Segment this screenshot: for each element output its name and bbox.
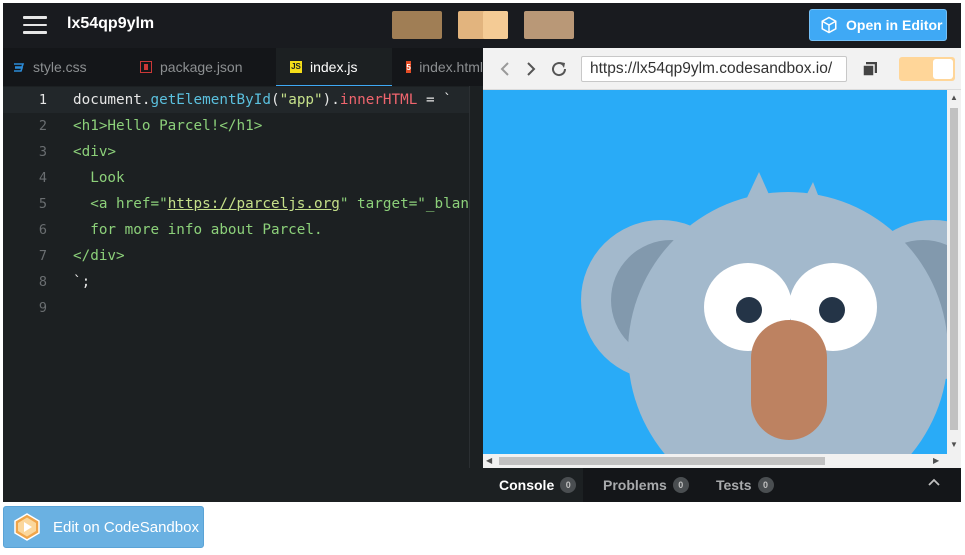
problems-count-badge: 0 [672,477,689,493]
scroll-down-arrow-icon[interactable]: ▼ [950,440,958,450]
editor-bottom-strip [3,468,483,502]
code-line: 2 <h1>Hello Parcel!</h1> [3,113,469,139]
toggle-knob [933,59,953,79]
preview-vertical-scrollbar[interactable]: ▲ ▼ [947,90,961,454]
html-file-icon: 5 [406,61,412,73]
code-token: document [73,92,142,108]
js-file-icon: JS [290,60,302,73]
line-number: 4 [38,170,47,186]
preview-viewport[interactable] [483,90,947,454]
code-token: "app" [279,92,323,108]
scroll-left-arrow-icon[interactable]: ◀ [486,456,492,466]
line-number: 2 [38,118,47,134]
vertical-scroll-thumb[interactable] [950,108,958,430]
top-bar: lx54qp9ylm Open in Editor [3,3,961,48]
editor-scrollbar[interactable] [469,86,483,502]
tab-tests-label: Tests [716,477,752,493]
code-token: . [331,92,340,108]
url-bar[interactable]: https://lx54qp9ylm.codesandbox.io/ [581,56,847,82]
edit-on-codesandbox-label: Edit on CodeSandbox [53,518,199,536]
npm-file-icon [140,61,152,73]
code-line: 3 <div> [3,139,469,165]
koala-right-pupil [819,297,845,323]
color-swatch-2-highlight [483,11,508,39]
file-tabs: style.css package.json JS index.js 5 ind… [3,48,483,86]
tab-label: style.css [33,59,87,75]
sandbox-title: lx54qp9ylm [67,15,155,32]
color-swatch-1 [392,11,442,39]
line-number: 7 [38,248,47,264]
preview-pane: https://lx54qp9ylm.codesandbox.io/ ▲ ▼ ◀… [483,48,961,502]
code-link[interactable]: https://parceljs.org [168,196,340,212]
code-token: ) [322,92,332,108]
css-file-icon [13,61,25,73]
hamburger-menu-icon[interactable] [23,16,47,34]
code-area[interactable]: 1 document.getElementById("app").innerHT… [3,86,478,502]
copy-icon[interactable] [860,59,880,79]
color-swatch-3 [524,11,574,39]
tab-console-label: Console [499,477,555,493]
devtools-tabs: Console 0 Problems 0 Tests 0 [483,468,961,502]
code-text: Look [73,170,125,186]
chevron-right-icon[interactable] [521,59,541,79]
code-token: innerHTML [339,92,418,108]
code-text: <div> [73,144,117,160]
code-editor-pane: style.css package.json JS index.js 5 ind… [3,48,483,502]
code-line: 9 [3,295,469,321]
line-number: 1 [38,92,47,108]
line-number: 6 [38,222,47,238]
preview-horizontal-scrollbar[interactable]: ◀ ▶ [483,454,961,468]
code-line: 5 <a href="https://parceljs.org" target=… [3,191,478,217]
code-line: 1 document.getElementById("app").innerHT… [3,87,469,113]
koala-nose [751,320,827,440]
tab-index-js[interactable]: JS index.js [276,48,392,86]
code-line: 7 </div> [3,243,469,269]
tab-problems[interactable]: Problems 0 [603,468,689,502]
devtools-bar: Console 0 Problems 0 Tests 0 [3,468,961,502]
line-number: 9 [38,300,47,316]
chevron-left-icon[interactable] [495,59,515,79]
edit-on-codesandbox-button[interactable]: Edit on CodeSandbox [3,506,204,548]
line-number: 8 [38,274,47,290]
code-token: " target="_blank [339,196,478,212]
code-line: 8 `; [3,269,469,295]
code-text: `; [73,274,91,290]
tab-label: index.js [310,58,358,75]
tab-tests[interactable]: Tests 0 [716,468,774,502]
codesandbox-logo-icon [14,513,40,541]
code-token: getElementById [150,92,271,108]
tab-console[interactable]: Console 0 [483,468,583,502]
line-number: 5 [38,196,47,212]
open-in-editor-button[interactable]: Open in Editor [809,9,947,41]
refresh-icon[interactable] [549,59,569,79]
preview-toggle[interactable] [899,57,955,81]
code-text: for more info about Parcel. [73,222,323,238]
line-number: 3 [38,144,47,160]
tab-style-css[interactable]: style.css [13,48,133,86]
koala-illustration [581,172,947,454]
tab-problems-label: Problems [603,477,667,493]
code-line: 6 for more info about Parcel. [3,217,469,243]
code-token: = ` [417,92,452,108]
cube-icon [821,16,837,34]
code-text: </div> [73,248,125,264]
tab-package-json[interactable]: package.json [140,48,270,86]
scroll-right-arrow-icon[interactable]: ▶ [933,456,939,466]
code-text: <h1>Hello Parcel!</h1> [73,118,263,134]
tab-index-html[interactable]: 5 index.html [406,48,483,86]
chevron-up-icon[interactable] [927,476,941,490]
browser-toolbar: https://lx54qp9ylm.codesandbox.io/ [483,48,961,90]
horizontal-scroll-thumb[interactable] [499,457,825,465]
tab-label: index.html [419,59,483,75]
console-count-badge: 0 [560,477,577,493]
code-line: 4 Look [3,165,469,191]
tab-label: package.json [160,59,243,75]
code-token: ( [271,92,280,108]
scroll-up-arrow-icon[interactable]: ▲ [950,93,958,103]
open-in-editor-label: Open in Editor [846,17,943,33]
code-token: <a href=" [73,196,168,212]
tests-count-badge: 0 [757,477,774,493]
koala-left-pupil [736,297,762,323]
